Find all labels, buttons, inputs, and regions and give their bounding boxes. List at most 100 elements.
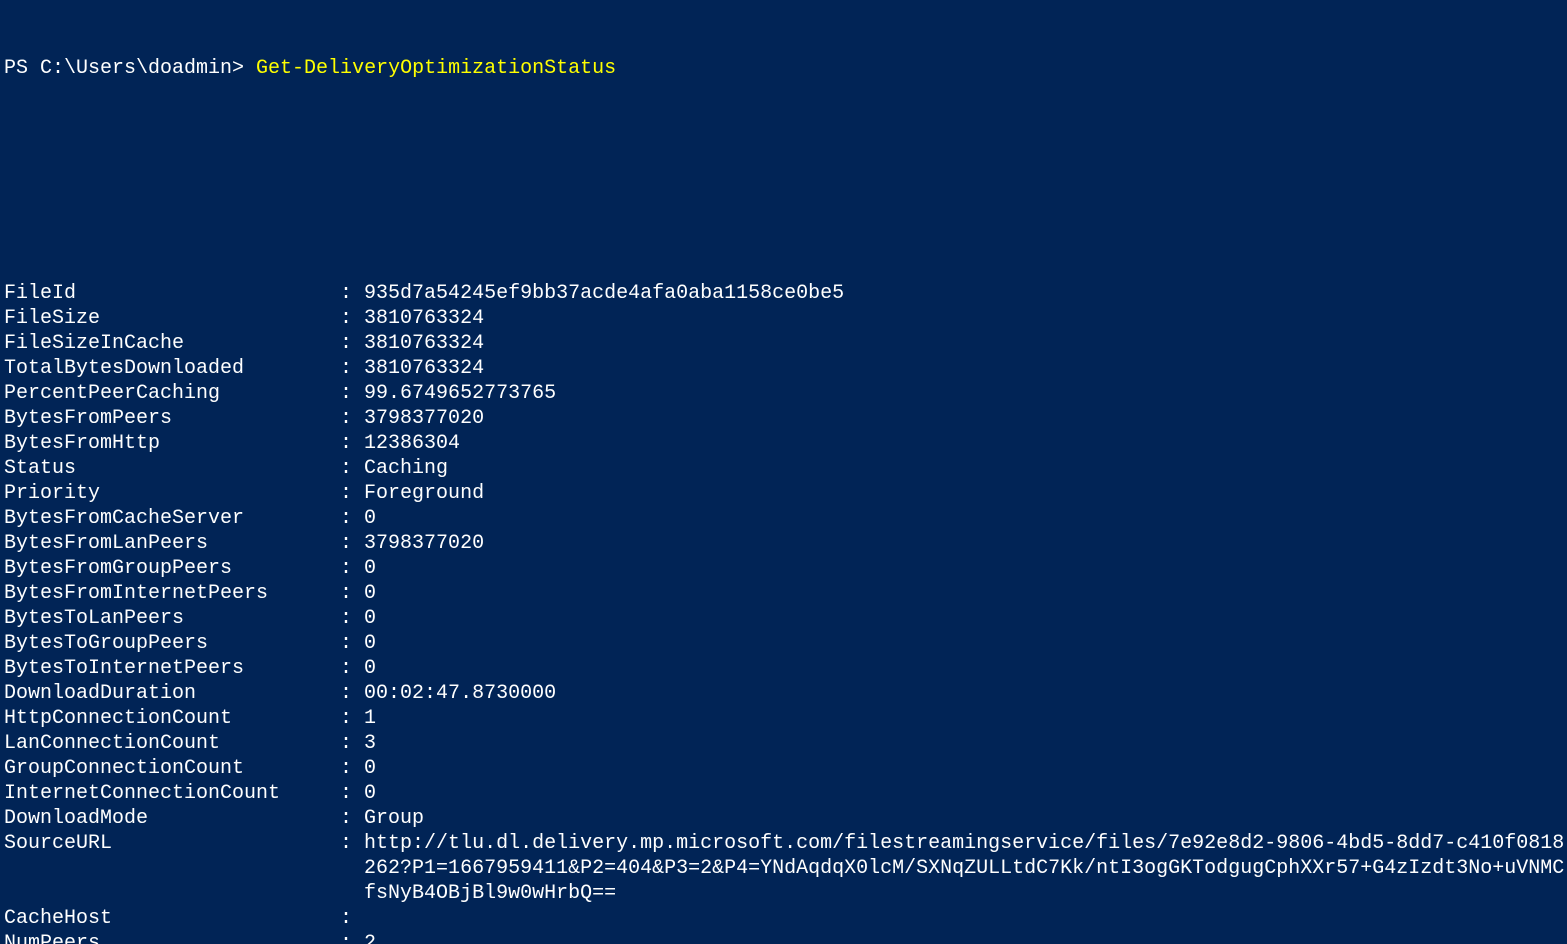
field-value: 3 <box>364 731 376 756</box>
field-value: 0 <box>364 581 376 606</box>
field-value: Group <box>364 806 424 831</box>
separator: : <box>340 556 364 581</box>
output-row: InternetConnectionCount: 0 <box>4 781 1567 806</box>
output-row: FileId: 935d7a54245ef9bb37acde4afa0aba11… <box>4 281 1567 306</box>
separator: : <box>340 931 364 944</box>
separator: : <box>340 306 364 331</box>
field-value: 12386304 <box>364 431 460 456</box>
field-value: 2 <box>364 931 376 944</box>
output-row: BytesToLanPeers: 0 <box>4 606 1567 631</box>
separator: : <box>340 631 364 656</box>
field-name: FileSizeInCache <box>4 331 340 356</box>
output-row: Status: Caching <box>4 456 1567 481</box>
field-name: TotalBytesDownloaded <box>4 356 340 381</box>
separator: : <box>340 381 364 406</box>
output-row: BytesFromHttp: 12386304 <box>4 431 1567 456</box>
field-name: LanConnectionCount <box>4 731 340 756</box>
output-row: BytesFromLanPeers: 3798377020 <box>4 531 1567 556</box>
field-name: BytesToGroupPeers <box>4 631 340 656</box>
output-row: FileSize: 3810763324 <box>4 306 1567 331</box>
separator: : <box>340 331 364 356</box>
output-row: LanConnectionCount: 3 <box>4 731 1567 756</box>
field-name: BytesFromInternetPeers <box>4 581 340 606</box>
separator: : <box>340 481 364 506</box>
field-name: FileSize <box>4 306 340 331</box>
output-block: FileId: 935d7a54245ef9bb37acde4afa0aba11… <box>4 281 1567 944</box>
output-row: TotalBytesDownloaded: 3810763324 <box>4 356 1567 381</box>
separator: : <box>340 406 364 431</box>
separator: : <box>340 281 364 306</box>
prompt-prefix: PS C:\Users\doadmin> <box>4 56 256 81</box>
separator: : <box>340 456 364 481</box>
output-row: DownloadMode: Group <box>4 806 1567 831</box>
blank-line <box>4 131 1567 156</box>
output-row: PercentPeerCaching: 99.6749652773765 <box>4 381 1567 406</box>
powershell-terminal[interactable]: PS C:\Users\doadmin> Get-DeliveryOptimiz… <box>0 0 1567 944</box>
output-row: DownloadDuration: 00:02:47.8730000 <box>4 681 1567 706</box>
field-name: FileId <box>4 281 340 306</box>
field-value: 0 <box>364 781 376 806</box>
field-value: 3810763324 <box>364 331 484 356</box>
output-row: CacheHost: <box>4 906 1567 931</box>
field-value: http://tlu.dl.delivery.mp.microsoft.com/… <box>364 831 1564 906</box>
field-name: GroupConnectionCount <box>4 756 340 781</box>
separator: : <box>340 581 364 606</box>
output-row: BytesFromInternetPeers: 0 <box>4 581 1567 606</box>
field-name: SourceURL <box>4 831 340 906</box>
field-value: 00:02:47.8730000 <box>364 681 556 706</box>
field-name: DownloadDuration <box>4 681 340 706</box>
field-name: Priority <box>4 481 340 506</box>
field-name: HttpConnectionCount <box>4 706 340 731</box>
field-value: 99.6749652773765 <box>364 381 556 406</box>
separator: : <box>340 606 364 631</box>
field-name: Status <box>4 456 340 481</box>
separator: : <box>340 681 364 706</box>
output-row: Priority: Foreground <box>4 481 1567 506</box>
field-name: BytesToLanPeers <box>4 606 340 631</box>
field-value: 0 <box>364 556 376 581</box>
field-value: 0 <box>364 756 376 781</box>
field-name: DownloadMode <box>4 806 340 831</box>
separator: : <box>340 706 364 731</box>
separator: : <box>340 656 364 681</box>
field-value: 935d7a54245ef9bb37acde4afa0aba1158ce0be5 <box>364 281 844 306</box>
separator: : <box>340 831 364 906</box>
separator: : <box>340 431 364 456</box>
separator: : <box>340 781 364 806</box>
field-value: Caching <box>364 456 448 481</box>
field-name: CacheHost <box>4 906 340 931</box>
output-row: BytesToInternetPeers: 0 <box>4 656 1567 681</box>
output-row: BytesFromCacheServer: 0 <box>4 506 1567 531</box>
field-name: BytesToInternetPeers <box>4 656 340 681</box>
field-name: BytesFromHttp <box>4 431 340 456</box>
field-value: 0 <box>364 506 376 531</box>
field-value: 3798377020 <box>364 531 484 556</box>
field-name: BytesFromLanPeers <box>4 531 340 556</box>
separator: : <box>340 906 364 931</box>
output-row: FileSizeInCache: 3810763324 <box>4 331 1567 356</box>
field-value: 1 <box>364 706 376 731</box>
output-row: BytesFromPeers: 3798377020 <box>4 406 1567 431</box>
output-row: GroupConnectionCount: 0 <box>4 756 1567 781</box>
field-value: 0 <box>364 631 376 656</box>
field-value: 3810763324 <box>364 356 484 381</box>
output-row: NumPeers: 2 <box>4 931 1567 944</box>
prompt-line: PS C:\Users\doadmin> Get-DeliveryOptimiz… <box>4 56 1567 81</box>
field-value: 0 <box>364 606 376 631</box>
field-name: NumPeers <box>4 931 340 944</box>
output-row: SourceURL: http://tlu.dl.delivery.mp.mic… <box>4 831 1567 906</box>
blank-line <box>4 206 1567 231</box>
separator: : <box>340 806 364 831</box>
output-row: HttpConnectionCount: 1 <box>4 706 1567 731</box>
field-name: BytesFromPeers <box>4 406 340 431</box>
field-name: BytesFromCacheServer <box>4 506 340 531</box>
field-value: Foreground <box>364 481 484 506</box>
field-value: 3798377020 <box>364 406 484 431</box>
output-row: BytesToGroupPeers: 0 <box>4 631 1567 656</box>
field-name: BytesFromGroupPeers <box>4 556 340 581</box>
field-name: InternetConnectionCount <box>4 781 340 806</box>
separator: : <box>340 356 364 381</box>
field-value: 0 <box>364 656 376 681</box>
output-row: BytesFromGroupPeers: 0 <box>4 556 1567 581</box>
separator: : <box>340 531 364 556</box>
